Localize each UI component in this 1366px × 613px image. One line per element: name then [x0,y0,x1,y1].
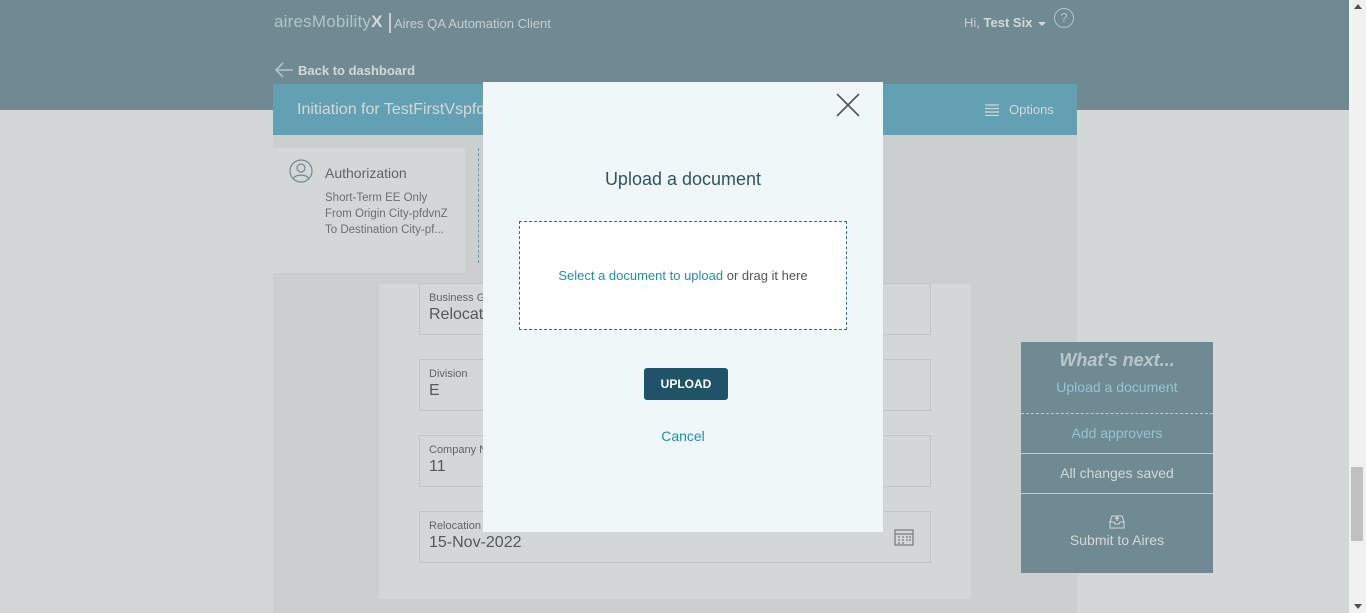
cancel-button[interactable]: Cancel [483,428,883,444]
drag-hint: or drag it here [726,268,808,283]
close-icon[interactable] [835,92,861,118]
upload-document-modal: Upload a document Select a document to u… [483,82,883,532]
scroll-up-arrow-icon[interactable] [1354,4,1362,9]
scroll-down-arrow-icon[interactable] [1354,604,1362,609]
scrollbar-thumb[interactable] [1351,467,1363,541]
upload-button[interactable]: UPLOAD [644,368,728,400]
modal-title: Upload a document [604,169,762,189]
file-dropzone[interactable]: Select a document to upload or drag it h… [519,221,847,330]
vertical-scrollbar[interactable] [1349,0,1366,613]
page: airesMobilityX Aires QA Automation Clien… [0,0,1349,613]
select-document-link[interactable]: Select a document to upload [558,268,723,283]
